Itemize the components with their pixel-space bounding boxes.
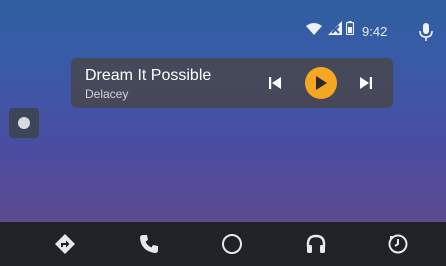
- previous-track-button[interactable]: [267, 74, 283, 92]
- wifi-icon: [306, 22, 322, 40]
- phone-icon[interactable]: [137, 232, 161, 256]
- previous-track-icon: [269, 77, 281, 89]
- play-icon: [316, 76, 327, 90]
- media-card[interactable]: Dream It Possible Delacey: [71, 58, 393, 108]
- media-title: Dream It Possible: [85, 67, 212, 84]
- next-track-button[interactable]: [358, 74, 374, 92]
- recent-icon[interactable]: [386, 232, 410, 256]
- next-track-icon: [360, 77, 372, 89]
- navigation-icon[interactable]: [53, 232, 77, 256]
- battery-icon: [345, 21, 355, 40]
- home-icon[interactable]: [220, 232, 244, 256]
- handle-dot-icon: [18, 117, 30, 129]
- status-clock: 9:42: [362, 24, 388, 39]
- play-button[interactable]: [305, 67, 337, 99]
- mic-icon[interactable]: [419, 23, 433, 41]
- headphones-icon[interactable]: [304, 232, 328, 256]
- status-bar: 9:42: [0, 0, 446, 41]
- status-icons: [306, 21, 355, 40]
- bottom-nav-bar: [0, 222, 446, 266]
- no-signal-icon: [326, 21, 342, 40]
- side-panel-handle[interactable]: [9, 108, 39, 138]
- media-artist: Delacey: [85, 87, 129, 101]
